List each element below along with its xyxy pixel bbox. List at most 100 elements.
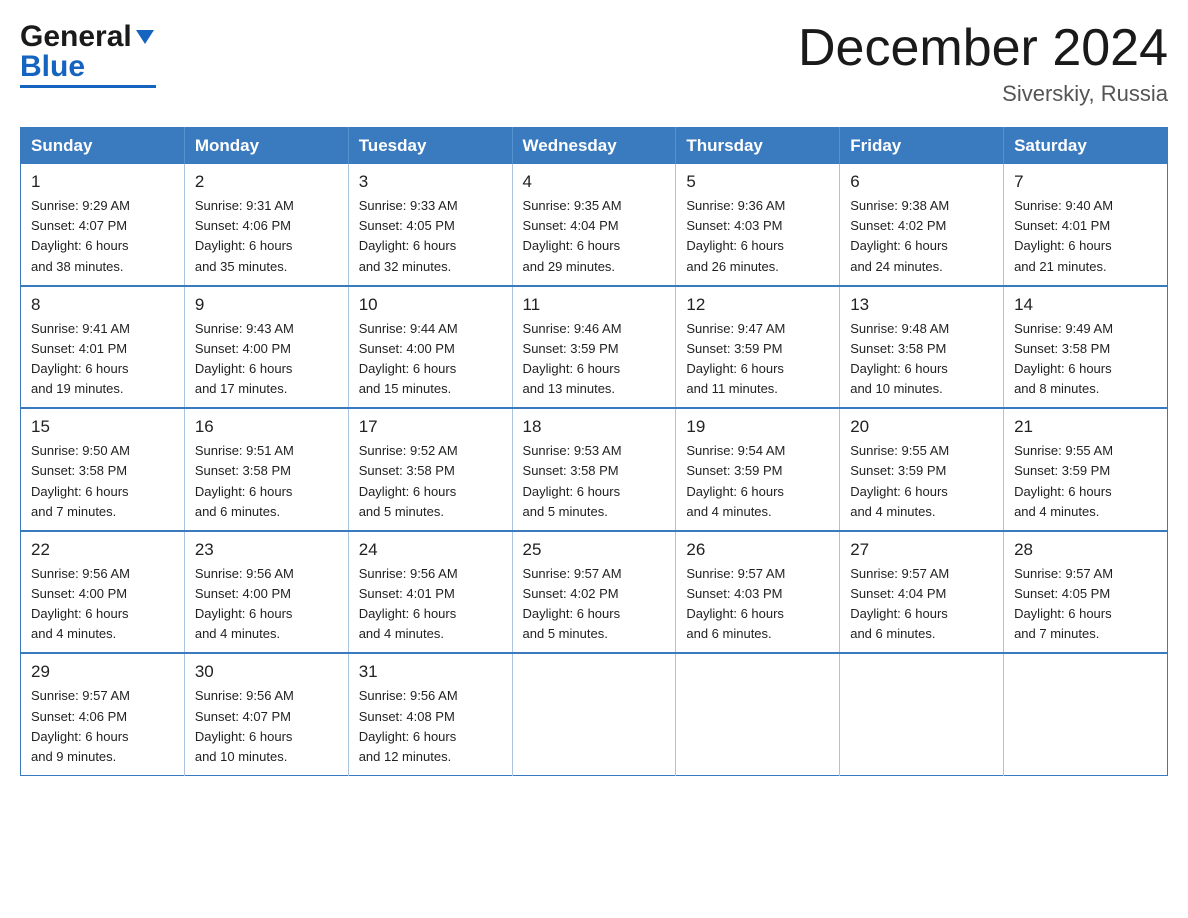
calendar-day-cell: 3 Sunrise: 9:33 AMSunset: 4:05 PMDaylight… <box>348 164 512 286</box>
day-info: Sunrise: 9:44 AMSunset: 4:00 PMDaylight:… <box>359 319 502 400</box>
calendar-day-cell: 9 Sunrise: 9:43 AMSunset: 4:00 PMDaylight… <box>184 286 348 409</box>
calendar-day-cell: 4 Sunrise: 9:35 AMSunset: 4:04 PMDaylight… <box>512 164 676 286</box>
day-info: Sunrise: 9:49 AMSunset: 3:58 PMDaylight:… <box>1014 319 1157 400</box>
weekday-header-sunday: Sunday <box>21 128 185 165</box>
weekday-header-row: SundayMondayTuesdayWednesdayThursdayFrid… <box>21 128 1168 165</box>
day-info: Sunrise: 9:56 AMSunset: 4:08 PMDaylight:… <box>359 686 502 767</box>
calendar-empty-cell <box>676 653 840 775</box>
day-number: 6 <box>850 172 993 192</box>
calendar-day-cell: 11Sunrise: 9:46 AMSunset: 3:59 PMDayligh… <box>512 286 676 409</box>
day-info: Sunrise: 9:57 AMSunset: 4:04 PMDaylight:… <box>850 564 993 645</box>
calendar-empty-cell <box>1004 653 1168 775</box>
calendar-day-cell: 21Sunrise: 9:55 AMSunset: 3:59 PMDayligh… <box>1004 408 1168 531</box>
calendar-week-row: 8Sunrise: 9:41 AMSunset: 4:01 PMDaylight… <box>21 286 1168 409</box>
day-info: Sunrise: 9:52 AMSunset: 3:58 PMDaylight:… <box>359 441 502 522</box>
calendar-day-cell: 23 Sunrise: 9:56 AMSunset: 4:00 PMDayligh… <box>184 531 348 654</box>
calendar-day-cell: 10 Sunrise: 9:44 AMSunset: 4:00 PMDayligh… <box>348 286 512 409</box>
day-number: 10 <box>359 295 502 315</box>
day-number: 25 <box>523 540 666 560</box>
page-header: General Blue December 2024 Siverskiy, Ru… <box>20 20 1168 107</box>
day-number: 9 <box>195 295 338 315</box>
day-info: Sunrise: 9:57 AMSunset: 4:05 PMDaylight:… <box>1014 564 1157 645</box>
calendar-day-cell: 25 Sunrise: 9:57 AMSunset: 4:02 PMDayligh… <box>512 531 676 654</box>
logo-text-blue: Blue <box>20 50 156 88</box>
day-info: Sunrise: 9:55 AMSunset: 3:59 PMDaylight:… <box>1014 441 1157 522</box>
calendar-day-cell: 15 Sunrise: 9:50 AMSunset: 3:58 PMDayligh… <box>21 408 185 531</box>
day-info: Sunrise: 9:43 AMSunset: 4:00 PMDaylight:… <box>195 319 338 400</box>
calendar-day-cell: 14 Sunrise: 9:49 AMSunset: 3:58 PMDayligh… <box>1004 286 1168 409</box>
weekday-header-monday: Monday <box>184 128 348 165</box>
day-number: 24 <box>359 540 502 560</box>
day-number: 22 <box>31 540 174 560</box>
day-number: 26 <box>686 540 829 560</box>
day-info: Sunrise: 9:33 AMSunset: 4:05 PMDaylight:… <box>359 196 502 277</box>
calendar-day-cell: 12Sunrise: 9:47 AMSunset: 3:59 PMDayligh… <box>676 286 840 409</box>
calendar-day-cell: 22 Sunrise: 9:56 AMSunset: 4:00 PMDayligh… <box>21 531 185 654</box>
calendar-day-cell: 8Sunrise: 9:41 AMSunset: 4:01 PMDaylight… <box>21 286 185 409</box>
calendar-week-row: 29Sunrise: 9:57 AMSunset: 4:06 PMDayligh… <box>21 653 1168 775</box>
month-title: December 2024 <box>798 20 1168 77</box>
calendar-day-cell: 5Sunrise: 9:36 AMSunset: 4:03 PMDaylight… <box>676 164 840 286</box>
weekday-header-friday: Friday <box>840 128 1004 165</box>
calendar-day-cell: 7 Sunrise: 9:40 AMSunset: 4:01 PMDaylight… <box>1004 164 1168 286</box>
day-number: 13 <box>850 295 993 315</box>
logo: General Blue <box>20 20 156 88</box>
day-number: 11 <box>523 295 666 315</box>
calendar-week-row: 22 Sunrise: 9:56 AMSunset: 4:00 PMDayligh… <box>21 531 1168 654</box>
day-info: Sunrise: 9:36 AMSunset: 4:03 PMDaylight:… <box>686 196 829 277</box>
day-info: Sunrise: 9:57 AMSunset: 4:02 PMDaylight:… <box>523 564 666 645</box>
logo-arrow-icon <box>134 26 156 53</box>
calendar-table: SundayMondayTuesdayWednesdayThursdayFrid… <box>20 127 1168 776</box>
calendar-day-cell: 27 Sunrise: 9:57 AMSunset: 4:04 PMDayligh… <box>840 531 1004 654</box>
weekday-header-saturday: Saturday <box>1004 128 1168 165</box>
day-info: Sunrise: 9:48 AMSunset: 3:58 PMDaylight:… <box>850 319 993 400</box>
calendar-day-cell: 30Sunrise: 9:56 AMSunset: 4:07 PMDayligh… <box>184 653 348 775</box>
day-number: 20 <box>850 417 993 437</box>
calendar-week-row: 1 Sunrise: 9:29 AMSunset: 4:07 PMDaylight… <box>21 164 1168 286</box>
calendar-day-cell: 26 Sunrise: 9:57 AMSunset: 4:03 PMDayligh… <box>676 531 840 654</box>
day-number: 7 <box>1014 172 1157 192</box>
calendar-title-block: December 2024 Siverskiy, Russia <box>798 20 1168 107</box>
day-info: Sunrise: 9:53 AMSunset: 3:58 PMDaylight:… <box>523 441 666 522</box>
weekday-header-wednesday: Wednesday <box>512 128 676 165</box>
day-info: Sunrise: 9:51 AMSunset: 3:58 PMDaylight:… <box>195 441 338 522</box>
day-number: 1 <box>31 172 174 192</box>
day-number: 27 <box>850 540 993 560</box>
day-number: 4 <box>523 172 666 192</box>
day-number: 12 <box>686 295 829 315</box>
calendar-day-cell: 2Sunrise: 9:31 AMSunset: 4:06 PMDaylight… <box>184 164 348 286</box>
day-number: 17 <box>359 417 502 437</box>
day-info: Sunrise: 9:56 AMSunset: 4:00 PMDaylight:… <box>195 564 338 645</box>
day-info: Sunrise: 9:35 AMSunset: 4:04 PMDaylight:… <box>523 196 666 277</box>
day-number: 23 <box>195 540 338 560</box>
day-number: 16 <box>195 417 338 437</box>
day-number: 18 <box>523 417 666 437</box>
day-info: Sunrise: 9:55 AMSunset: 3:59 PMDaylight:… <box>850 441 993 522</box>
day-info: Sunrise: 9:29 AMSunset: 4:07 PMDaylight:… <box>31 196 174 277</box>
calendar-day-cell: 16 Sunrise: 9:51 AMSunset: 3:58 PMDayligh… <box>184 408 348 531</box>
logo-text-general: General <box>20 20 132 54</box>
day-info: Sunrise: 9:56 AMSunset: 4:07 PMDaylight:… <box>195 686 338 767</box>
day-info: Sunrise: 9:56 AMSunset: 4:00 PMDaylight:… <box>31 564 174 645</box>
day-number: 3 <box>359 172 502 192</box>
calendar-day-cell: 24Sunrise: 9:56 AMSunset: 4:01 PMDayligh… <box>348 531 512 654</box>
day-number: 8 <box>31 295 174 315</box>
day-number: 31 <box>359 662 502 682</box>
calendar-day-cell: 6 Sunrise: 9:38 AMSunset: 4:02 PMDaylight… <box>840 164 1004 286</box>
calendar-day-cell: 31 Sunrise: 9:56 AMSunset: 4:08 PMDayligh… <box>348 653 512 775</box>
day-number: 14 <box>1014 295 1157 315</box>
day-info: Sunrise: 9:38 AMSunset: 4:02 PMDaylight:… <box>850 196 993 277</box>
day-number: 29 <box>31 662 174 682</box>
day-info: Sunrise: 9:57 AMSunset: 4:03 PMDaylight:… <box>686 564 829 645</box>
calendar-empty-cell <box>840 653 1004 775</box>
day-info: Sunrise: 9:50 AMSunset: 3:58 PMDaylight:… <box>31 441 174 522</box>
calendar-day-cell: 19Sunrise: 9:54 AMSunset: 3:59 PMDayligh… <box>676 408 840 531</box>
calendar-day-cell: 29Sunrise: 9:57 AMSunset: 4:06 PMDayligh… <box>21 653 185 775</box>
calendar-day-cell: 20 Sunrise: 9:55 AMSunset: 3:59 PMDayligh… <box>840 408 1004 531</box>
day-info: Sunrise: 9:54 AMSunset: 3:59 PMDaylight:… <box>686 441 829 522</box>
weekday-header-tuesday: Tuesday <box>348 128 512 165</box>
day-number: 2 <box>195 172 338 192</box>
calendar-day-cell: 17 Sunrise: 9:52 AMSunset: 3:58 PMDayligh… <box>348 408 512 531</box>
day-number: 15 <box>31 417 174 437</box>
day-info: Sunrise: 9:40 AMSunset: 4:01 PMDaylight:… <box>1014 196 1157 277</box>
